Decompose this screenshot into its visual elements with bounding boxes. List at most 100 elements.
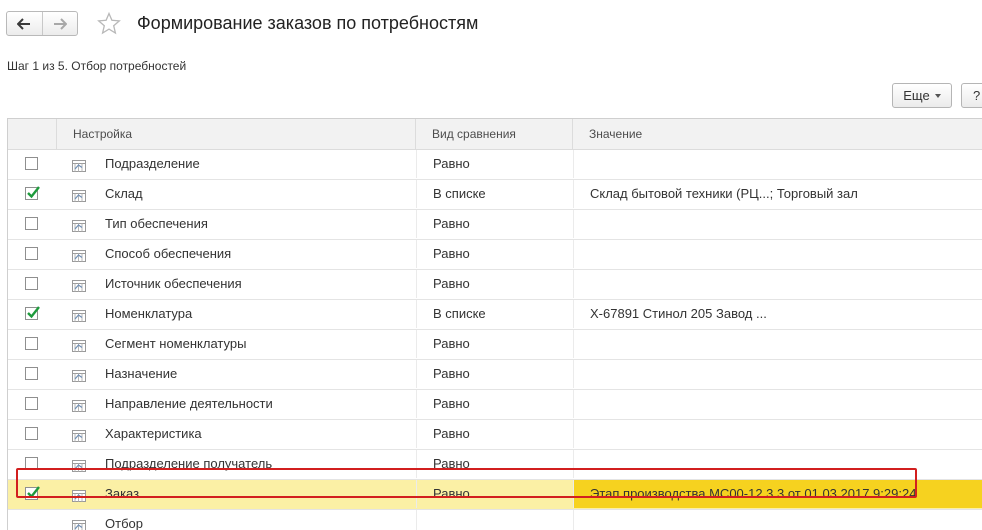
row-setting-name: Направление деятельности <box>105 396 273 411</box>
row-setting-name: Назначение <box>105 366 178 381</box>
header-check-column <box>8 119 57 149</box>
help-button[interactable]: ? <box>961 83 982 108</box>
row-check-cell <box>8 420 57 448</box>
row-comparison[interactable]: Равно <box>416 480 573 508</box>
row-comparison[interactable]: Равно <box>416 420 573 448</box>
row-icon-cell <box>71 240 89 268</box>
row-checkbox[interactable] <box>25 367 38 380</box>
row-setting-name: Подразделение получатель <box>105 456 273 471</box>
field-icon <box>71 336 87 358</box>
table-row[interactable]: Направление деятельности Равно <box>8 390 982 420</box>
row-setting-name: Тип обеспечения <box>105 216 208 231</box>
field-icon <box>71 366 87 388</box>
row-checkbox[interactable] <box>25 186 40 200</box>
row-check-cell <box>8 300 57 328</box>
row-checkbox[interactable] <box>25 486 40 500</box>
row-comparison[interactable]: Равно <box>416 390 573 418</box>
header-comparison[interactable]: Вид сравнения <box>416 119 573 149</box>
row-comparison[interactable] <box>416 510 573 530</box>
table-row[interactable]: Сегмент номенклатуры Равно <box>8 330 982 360</box>
star-outline-icon[interactable] <box>97 11 121 40</box>
table-row[interactable]: Тип обеспечения Равно <box>8 210 982 240</box>
field-icon <box>71 246 87 268</box>
row-checkbox[interactable] <box>25 337 38 350</box>
row-value[interactable] <box>573 210 982 238</box>
header-setting[interactable]: Настройка <box>57 119 416 149</box>
row-icon-cell <box>71 270 89 298</box>
row-checkbox[interactable] <box>25 277 38 290</box>
table-row[interactable]: Назначение Равно <box>8 360 982 390</box>
row-checkbox[interactable] <box>25 306 40 320</box>
field-icon <box>71 156 87 178</box>
row-comparison[interactable]: Равно <box>416 240 573 268</box>
row-checkbox[interactable] <box>25 247 38 260</box>
navigation-buttons <box>6 11 78 36</box>
row-setting-name: Способ обеспечения <box>105 246 232 261</box>
row-icon-cell <box>71 330 89 358</box>
row-value[interactable] <box>573 360 982 388</box>
row-setting-name: Склад <box>105 186 143 201</box>
row-value[interactable] <box>573 450 982 478</box>
table-row[interactable]: Заказ Равно Этап производства МС00-12.3.3 … <box>8 480 982 510</box>
row-comparison[interactable]: Равно <box>416 210 573 238</box>
row-comparison[interactable]: Равно <box>416 450 573 478</box>
field-icon <box>71 396 87 418</box>
forward-button[interactable] <box>41 12 78 35</box>
row-checkbox[interactable] <box>25 397 38 410</box>
header-value[interactable]: Значение <box>573 119 982 149</box>
row-value[interactable] <box>573 240 982 268</box>
table-row[interactable]: Подразделение получатель Равно <box>8 450 982 480</box>
row-setting-name: Номенклатура <box>105 306 193 321</box>
row-setting-name: Подразделение <box>105 156 200 171</box>
row-value[interactable] <box>573 150 982 178</box>
row-comparison[interactable]: Равно <box>416 360 573 388</box>
row-value[interactable] <box>573 390 982 418</box>
table-row[interactable]: Источник обеспечения Равно <box>8 270 982 300</box>
row-value[interactable]: Склад бытовой техники (РЦ...; Торговый з… <box>573 180 982 208</box>
row-comparison[interactable]: В списке <box>416 300 573 328</box>
row-value[interactable] <box>573 270 982 298</box>
row-comparison[interactable]: Равно <box>416 150 573 178</box>
row-setting-name: Источник обеспечения <box>105 276 242 291</box>
field-icon <box>71 306 87 328</box>
row-setting-name: Характеристика <box>105 426 202 441</box>
more-button-label: Еще <box>903 88 930 103</box>
row-check-cell <box>8 390 57 418</box>
field-icon <box>71 216 87 238</box>
more-button[interactable]: Еще <box>892 83 952 108</box>
row-comparison[interactable]: В списке <box>416 180 573 208</box>
row-value[interactable] <box>573 330 982 358</box>
field-icon <box>71 456 87 478</box>
row-icon-cell <box>71 300 89 328</box>
row-value[interactable]: Этап производства МС00-12.3.3 от 01.03.2… <box>573 480 982 508</box>
step-indicator: Шаг 1 из 5. Отбор потребностей <box>7 59 187 73</box>
row-value[interactable] <box>573 510 982 530</box>
row-checkbox[interactable] <box>25 157 38 170</box>
row-value[interactable] <box>573 420 982 448</box>
row-comparison[interactable]: Равно <box>416 330 573 358</box>
row-check-cell <box>8 330 57 358</box>
table-row[interactable]: Характеристика Равно <box>8 420 982 450</box>
table-row[interactable]: Способ обеспечения Равно <box>8 240 982 270</box>
back-button[interactable] <box>7 12 42 35</box>
table-row[interactable]: Номенклатура В списке Х-67891 Стинол 205 З… <box>8 300 982 330</box>
table-row[interactable]: Отбор <box>8 510 982 530</box>
row-setting-name: Отбор <box>105 516 143 530</box>
row-check-cell <box>8 450 57 478</box>
row-check-cell <box>8 150 57 178</box>
field-icon <box>71 426 87 448</box>
row-value[interactable]: Х-67891 Стинол 205 Завод ... <box>573 300 982 328</box>
filter-settings-table: Настройка Вид сравнения Значение Подразд… <box>7 118 982 530</box>
row-check-cell <box>8 480 57 508</box>
row-checkbox[interactable] <box>25 457 38 470</box>
row-checkbox[interactable] <box>25 217 38 230</box>
row-comparison[interactable]: Равно <box>416 270 573 298</box>
row-check-cell <box>8 360 57 388</box>
row-icon-cell <box>71 180 89 208</box>
field-icon <box>71 516 87 530</box>
row-checkbox[interactable] <box>25 427 38 440</box>
page-title: Формирование заказов по потребностям <box>137 13 479 33</box>
table-row[interactable]: Подразделение Равно <box>8 150 982 180</box>
table-row[interactable]: Склад В списке Склад бытовой техники (РЦ..… <box>8 180 982 210</box>
row-icon-cell <box>71 510 89 530</box>
